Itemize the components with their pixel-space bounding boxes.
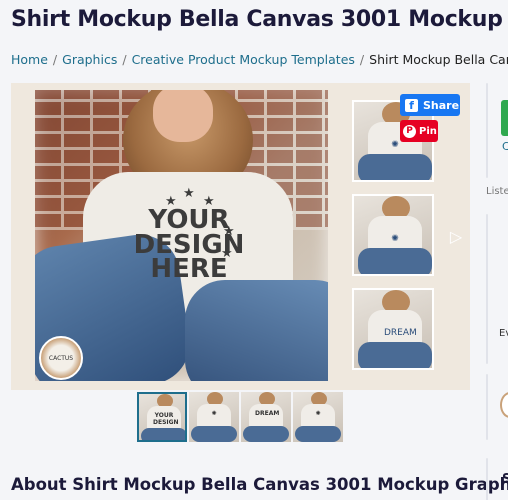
facebook-share-button[interactable]: f Share	[400, 94, 460, 116]
main-product-image[interactable]: ★ ★ ★ ★ ★ YOUR DESIGN HERE CACTUS	[35, 90, 328, 381]
breadcrumb-current: Shirt Mockup Bella Canvas 3001	[369, 52, 508, 67]
thumb-jeans	[358, 342, 432, 368]
thumb-jeans	[358, 154, 432, 180]
sidebar-purchase-card	[486, 83, 488, 178]
thumb-jeans	[141, 428, 185, 440]
sidebar-link[interactable]: C	[502, 140, 508, 153]
design-line-3: HERE	[150, 254, 228, 285]
breadcrumb-home[interactable]: Home	[11, 52, 48, 67]
design-placeholder-text: YOUR DESIGN HERE	[131, 205, 247, 285]
thumb-design: ✺	[211, 410, 217, 417]
thumb-design: DREAM	[255, 410, 280, 417]
gallery-thumbnail[interactable]: ✺	[189, 392, 239, 442]
chevron-right-icon[interactable]: ▷	[446, 225, 466, 249]
thumb-jeans	[191, 426, 237, 442]
gallery-thumbnail[interactable]: YOUR DESIGN	[137, 392, 187, 442]
side-thumbnail[interactable]: DREAM	[352, 288, 434, 370]
model-jeans-right	[185, 280, 328, 381]
gallery-thumbnail[interactable]: ✺	[293, 392, 343, 442]
add-to-cart-button[interactable]	[501, 100, 508, 136]
sidebar-bottom-card	[486, 458, 488, 500]
avatar[interactable]	[500, 392, 508, 418]
sidebar-ev-label: Ev	[499, 328, 508, 339]
gallery-thumbnail[interactable]: DREAM	[241, 392, 291, 442]
facebook-icon: f	[405, 98, 418, 112]
breadcrumb-graphics[interactable]: Graphics	[62, 52, 117, 67]
thumb-design: DREAM	[384, 328, 417, 338]
pin-label: Pin	[419, 125, 437, 137]
thumb-design: YOUR DESIGN	[153, 412, 179, 426]
sidebar-s-label: S	[502, 472, 508, 487]
star-icon: ★	[183, 186, 195, 201]
thumb-design: ✺	[315, 410, 321, 417]
share-label: Share	[423, 98, 460, 112]
breadcrumb-creative-product-mockup-templates[interactable]: Creative Product Mockup Templates	[132, 52, 355, 67]
thumb-jeans	[358, 248, 432, 274]
breadcrumb-separator: /	[122, 52, 127, 67]
sidebar-seller-card	[486, 374, 488, 440]
listed-label: Listed	[486, 186, 508, 197]
pinterest-icon: P	[403, 124, 416, 138]
thumb-jeans	[295, 426, 341, 442]
design-line-1: YOUR	[148, 205, 230, 235]
page-title: Shirt Mockup Bella Canvas 3001 Mockup	[11, 7, 503, 32]
about-heading: About Shirt Mockup Bella Canvas 3001 Moc…	[11, 475, 508, 494]
thumb-jeans	[243, 426, 289, 442]
sidebar-info-card	[486, 214, 488, 364]
breadcrumb-separator: /	[52, 52, 58, 67]
page: Shirt Mockup Bella Canvas 3001 Mockup Ho…	[0, 0, 508, 500]
breadcrumb-separator: /	[359, 52, 365, 67]
brand-badge: CACTUS	[39, 336, 83, 380]
thumb-design: ✺	[391, 234, 399, 244]
model-face	[153, 90, 213, 142]
breadcrumb: Home / Graphics / Creative Product Mockup Te…	[11, 52, 508, 67]
pinterest-pin-button[interactable]: P Pin	[400, 120, 438, 142]
side-thumbnail[interactable]: ✺	[352, 194, 434, 276]
